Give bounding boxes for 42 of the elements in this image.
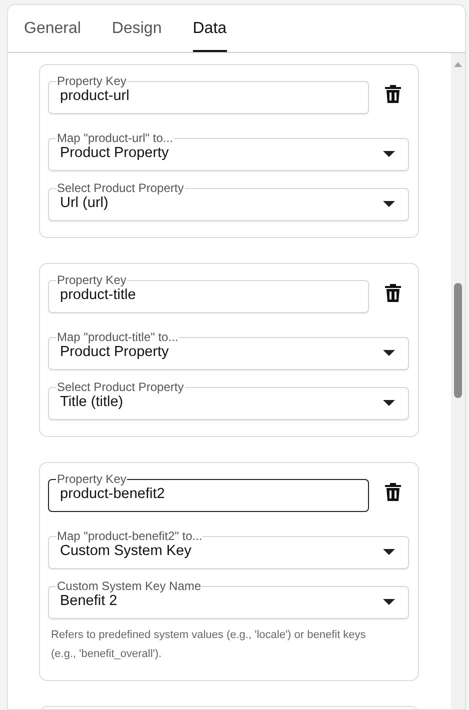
delete-icon[interactable]: [385, 483, 401, 501]
field-label: Map "product-title" to...: [56, 330, 180, 344]
dropdown-caret-icon: [383, 549, 395, 555]
input-field[interactable]: Property Key product-title: [48, 273, 369, 313]
delete-icon[interactable]: [385, 85, 401, 103]
field-label: Property Key: [56, 472, 128, 486]
field-value: Custom System Key: [60, 542, 192, 562]
field-label: Select Product Property: [56, 380, 185, 394]
field-value: Product Property: [60, 344, 170, 362]
dropdown-caret-icon: [383, 350, 395, 356]
field-label: Map "product-benefit2" to...: [56, 529, 204, 543]
select-field[interactable]: Custom System Key Name Benefit 2: [48, 579, 409, 619]
helper-text: Refers to predefined system values (e.g., 'locale') or benefit keys (e.g., 'benefit_overall').: [50, 628, 367, 662]
select-field[interactable]: Select Product Property Title (title): [48, 380, 409, 420]
tab[interactable]: Design: [112, 5, 162, 52]
field-value: Title (title): [60, 393, 124, 412]
select-field[interactable]: Map "product-title" to... Product Property: [48, 330, 409, 370]
tab[interactable]: Data: [192, 5, 227, 52]
field-label: Select Product Property: [56, 181, 185, 195]
field-label: Property Key: [56, 74, 128, 88]
tab[interactable]: General: [24, 5, 81, 52]
field-value: Benefit 2: [60, 592, 118, 612]
select-field[interactable]: Map "product-url" to... Product Property: [48, 131, 409, 171]
dropdown-caret-icon: [383, 599, 395, 605]
input-field[interactable]: Property Key product-benefit2: [48, 472, 369, 512]
field-value: Url (url): [60, 194, 110, 214]
field-value: product-url: [60, 88, 130, 106]
field-value: product-title: [60, 286, 137, 306]
delete-icon[interactable]: [385, 284, 401, 302]
field-label: Property Key: [56, 273, 128, 287]
field-value: product-benefit2: [60, 486, 166, 504]
scrollbar[interactable]: [451, 53, 465, 709]
dropdown-caret-icon: [383, 400, 395, 406]
select-field[interactable]: Select Product Property Url (url): [48, 181, 409, 221]
field-label: Map "product-url" to...: [56, 131, 174, 145]
field-value: Product Property: [60, 144, 170, 164]
dropdown-caret-icon: [383, 201, 395, 207]
scrollbar-thumb[interactable]: [454, 283, 462, 398]
field-label: Custom System Key Name: [56, 579, 202, 593]
dropdown-caret-icon: [383, 151, 395, 157]
select-field[interactable]: Map "product-benefit2" to... Custom System Key: [48, 529, 409, 569]
input-field[interactable]: Property Key product-url: [48, 74, 369, 114]
